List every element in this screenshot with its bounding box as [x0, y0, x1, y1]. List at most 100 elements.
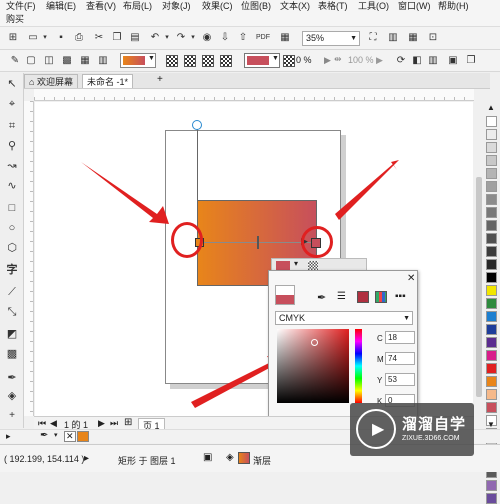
- ellipse-tool-icon[interactable]: ○: [5, 221, 19, 235]
- menu-text[interactable]: 文本(X): [280, 1, 310, 12]
- snap-to-icon[interactable]: ⊡: [426, 31, 440, 45]
- import-icon[interactable]: ⇩: [218, 31, 232, 45]
- more-arrow-icon[interactable]: ▸: [6, 431, 11, 442]
- palette-swatch[interactable]: [486, 220, 497, 231]
- full-screen-icon[interactable]: ⛶: [366, 31, 380, 45]
- color-viewer-icon[interactable]: [357, 291, 369, 303]
- pattern-transparency-icon[interactable]: ▩: [60, 54, 74, 68]
- menu-help[interactable]: 帮助(H): [438, 1, 469, 12]
- palette-swatch[interactable]: [486, 246, 497, 257]
- palette-swatch[interactable]: [486, 168, 497, 179]
- expand-toolbox-icon[interactable]: +: [5, 409, 19, 423]
- palette-swatch[interactable]: [486, 207, 497, 218]
- tab-welcome[interactable]: ⌂ 欢迎屏幕: [24, 74, 78, 88]
- publish-pdf-icon[interactable]: PDF: [256, 31, 270, 45]
- eyedropper-icon[interactable]: ✒: [317, 291, 326, 304]
- menu-view[interactable]: 查看(V): [86, 1, 116, 12]
- transparency-tool-icon[interactable]: ▩: [5, 347, 19, 361]
- menu-edit[interactable]: 编辑(E): [46, 1, 76, 12]
- menu-window[interactable]: 窗口(W): [398, 1, 431, 12]
- menu-layout[interactable]: 布局(L): [123, 1, 152, 12]
- color-model-dropdown[interactable]: CMYK ▼: [275, 311, 413, 325]
- new-document-icon[interactable]: ⊞: [6, 31, 20, 45]
- palette-swatch[interactable]: [486, 311, 497, 322]
- polygon-tool-icon[interactable]: ⬡: [5, 241, 19, 255]
- interactive-fill-icon[interactable]: ◈: [5, 389, 19, 403]
- color-sliders-icon[interactable]: ☰: [337, 291, 346, 302]
- edit-fill-icon[interactable]: ▣: [446, 54, 460, 68]
- bitmap-transparency-icon[interactable]: ▦: [78, 54, 92, 68]
- transparency-value[interactable]: 0 %: [296, 55, 312, 65]
- palette-up-arrow-icon[interactable]: ▲: [487, 103, 495, 112]
- palette-swatch[interactable]: [486, 337, 497, 348]
- linear-fountain-icon[interactable]: [166, 55, 178, 67]
- more-options-icon[interactable]: ▪▪▪: [395, 291, 406, 302]
- menu-buy[interactable]: 购买: [6, 14, 24, 25]
- palette-swatch[interactable]: [486, 272, 497, 283]
- palette-swatch[interactable]: [486, 376, 497, 387]
- palette-swatch[interactable]: [486, 402, 497, 413]
- shape-tool-icon[interactable]: ⌖: [5, 97, 19, 111]
- save-icon[interactable]: ▪: [54, 31, 68, 45]
- freehand-tool-icon[interactable]: ↝: [5, 159, 19, 173]
- prev-page-icon[interactable]: ◀: [50, 418, 57, 429]
- no-transparency-icon[interactable]: ✎: [8, 54, 22, 68]
- palette-swatch[interactable]: [486, 285, 497, 296]
- connector-tool-icon[interactable]: ⤡: [5, 305, 19, 319]
- palette-swatch[interactable]: [486, 363, 497, 374]
- vertical-scrollbar[interactable]: [474, 101, 484, 416]
- eyedropper-tool-icon[interactable]: ✒: [5, 371, 19, 385]
- show-rulers-icon[interactable]: ▥: [386, 31, 400, 45]
- pick-tool-icon[interactable]: ↖: [5, 77, 19, 91]
- copy-transparency-icon[interactable]: ❐: [464, 54, 478, 68]
- palette-swatch[interactable]: [486, 155, 497, 166]
- yellow-input[interactable]: 53: [385, 373, 415, 386]
- conical-fountain-icon[interactable]: [202, 55, 214, 67]
- palette-swatch[interactable]: [486, 298, 497, 309]
- export-icon[interactable]: ⇧: [236, 31, 250, 45]
- first-page-icon[interactable]: ⏮: [38, 418, 46, 429]
- tab-document[interactable]: 未命名 -1*: [82, 74, 134, 88]
- node-color-picker[interactable]: ▼: [244, 53, 280, 68]
- close-icon[interactable]: ✕: [407, 273, 415, 284]
- app-launcher-icon[interactable]: ▦: [278, 31, 292, 45]
- palette-swatch[interactable]: [486, 324, 497, 335]
- show-grid-icon[interactable]: ▦: [406, 31, 420, 45]
- menu-file[interactable]: 文件(F): [6, 1, 36, 12]
- palette-swatch[interactable]: [486, 116, 497, 127]
- palette-swatch[interactable]: [486, 389, 497, 400]
- two-color-pattern-icon[interactable]: ▥: [96, 54, 110, 68]
- menu-table[interactable]: 表格(T): [318, 1, 348, 12]
- dropper-status-icon[interactable]: ▣: [203, 452, 212, 463]
- open-dropdown-icon[interactable]: ▾: [38, 31, 52, 45]
- rectangle-tool-icon[interactable]: □: [5, 201, 19, 215]
- cut-icon[interactable]: ✂: [92, 31, 106, 45]
- palette-swatch[interactable]: [486, 259, 497, 270]
- drop-shadow-icon[interactable]: ◩: [5, 327, 19, 341]
- last-page-icon[interactable]: ⏭: [110, 418, 118, 429]
- fill-picker[interactable]: ▼: [120, 53, 156, 68]
- paste-icon[interactable]: ▤: [128, 31, 142, 45]
- parallel-dimension-icon[interactable]: ⟋: [5, 285, 19, 299]
- crop-tool-icon[interactable]: ⌗: [5, 119, 19, 133]
- copy-icon[interactable]: ❐: [110, 31, 124, 45]
- palette-swatch[interactable]: [486, 480, 497, 491]
- text-tool-icon[interactable]: 字: [5, 263, 19, 277]
- reverse-fill-icon[interactable]: ⟳: [394, 54, 408, 68]
- chevron-down-icon[interactable]: ▾: [54, 431, 58, 439]
- fountain-transparency-icon[interactable]: ◫: [42, 54, 56, 68]
- print-icon[interactable]: ⎙: [72, 31, 86, 45]
- redo-dropdown-icon[interactable]: ▾: [186, 31, 200, 45]
- undo-dropdown-icon[interactable]: ▾: [160, 31, 174, 45]
- palette-swatch[interactable]: [486, 194, 497, 205]
- add-page-icon[interactable]: ⊞: [124, 417, 132, 428]
- menu-effects[interactable]: 效果(C): [202, 1, 233, 12]
- opacity-value[interactable]: 100 %: [348, 55, 374, 65]
- palette-swatch[interactable]: [486, 493, 497, 504]
- zoom-tool-icon[interactable]: ⚲: [5, 139, 19, 153]
- freeze-transparency-icon[interactable]: ▥: [426, 54, 440, 68]
- palette-swatch[interactable]: [486, 350, 497, 361]
- artistic-media-icon[interactable]: ∿: [5, 179, 19, 193]
- hue-slider[interactable]: [355, 329, 362, 403]
- palette-down-arrow-icon[interactable]: ▼: [487, 420, 495, 429]
